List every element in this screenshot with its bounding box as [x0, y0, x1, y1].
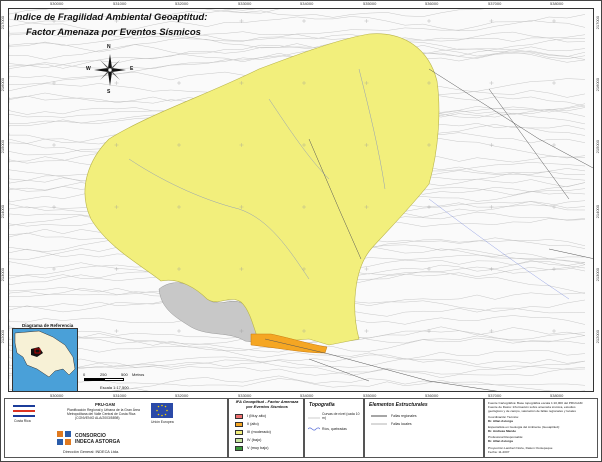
scale-bar: 0 250 500 Metros	[83, 372, 148, 384]
eu-label: Unión Europea	[151, 420, 174, 424]
scale-label-250: 250	[100, 372, 107, 377]
legend-label-3: III (moderado)	[247, 430, 271, 434]
structural-title: Elementos Estructurales	[369, 402, 428, 408]
contour-line-icon	[308, 417, 320, 419]
consorcio-logo-icon	[57, 431, 71, 445]
x-tick-top-9: 538000	[550, 1, 564, 6]
y-tick-right-1: 212000	[595, 330, 600, 344]
y-tick-left-6: 217000	[0, 16, 5, 30]
regional-fault-icon	[371, 415, 387, 417]
credits-panel: Fuente Cartográfica: Base topográfica es…	[484, 398, 598, 458]
local-faults-label: Fallas locales	[391, 422, 412, 426]
scale-caption: Escala 1:17,500	[100, 385, 129, 390]
y-tick-left-5: 216000	[0, 78, 5, 92]
legend-swatch-5	[235, 446, 243, 451]
y-tick-left-1: 212000	[0, 330, 5, 344]
scale-segment-2	[104, 378, 124, 381]
y-tick-right-4: 215000	[595, 140, 600, 154]
y-tick-right-3: 214000	[595, 205, 600, 219]
y-tick-left-4: 215000	[0, 140, 5, 154]
scale-segment-1	[84, 378, 104, 381]
legend-label-5: V (muy bajo)	[247, 446, 269, 450]
x-tick-top-2: 531000	[113, 1, 127, 6]
compass-w-label: W	[86, 66, 91, 72]
legend-label-2: II (alto)	[247, 422, 259, 426]
info-line-3: geológicos y de campo, valoración de fal…	[488, 409, 576, 413]
compass-n-label: N	[107, 44, 111, 50]
compass-e-label: E	[130, 66, 134, 72]
consorcio-name: CONSORCIO INDECA ASTORGA	[75, 433, 120, 445]
reference-inset-map	[12, 328, 78, 392]
legend-label-4: IV (bajo)	[247, 438, 262, 442]
topography-title: Topografía	[309, 402, 335, 408]
legend-label-1: I (Muy alto)	[247, 414, 266, 418]
x-tick-top-5: 534000	[300, 1, 314, 6]
compass-s-label: S	[107, 89, 111, 95]
x-tick-top-3: 532000	[175, 1, 189, 6]
x-tick-top-1: 530000	[50, 1, 64, 6]
scale-label-500: 500	[121, 372, 128, 377]
north-arrow-icon	[92, 52, 128, 88]
topography-contours-label: Curvas de nivel (cada 10 m)	[322, 412, 360, 420]
eu-flag-icon	[151, 403, 173, 418]
y-tick-left-2: 213000	[0, 268, 5, 282]
scale-label-0: 0	[83, 372, 86, 377]
legend-swatch-1	[235, 414, 243, 419]
info-line-11: Fecha: 11-2007	[488, 450, 510, 454]
zone-iii-area	[84, 33, 440, 346]
x-tick-top-7: 536000	[425, 1, 439, 6]
consorcio-line2: INDECA ASTORGA	[75, 439, 121, 445]
legend-swatch-3	[235, 430, 243, 435]
regional-faults-label: Fallas regionales	[391, 414, 417, 418]
info-line-7: Dr. Andreas Mende	[488, 429, 516, 433]
local-fault-icon	[371, 423, 387, 425]
costa-rica-flag-icon	[13, 405, 35, 417]
map-title-line2: Factor Amenaza por Eventos Sísmicos	[26, 27, 201, 38]
legend-panel: IFA Geoaptitud - Factor Amenaza por Even…	[228, 398, 304, 458]
map-title-line1: Indice de Fragilidad Ambiental Geoaptitu…	[14, 12, 208, 23]
structural-elements-panel: Elementos Estructurales Fallas regionale…	[364, 398, 484, 458]
river-line-icon	[308, 427, 320, 431]
legend-swatch-2	[235, 422, 243, 427]
y-tick-right-6: 217000	[595, 16, 600, 30]
info-line-9: Dr. Allan Astorga	[488, 439, 513, 443]
x-tick-top-6: 535000	[363, 1, 377, 6]
legend-swatch-4	[235, 438, 243, 443]
direccion-label: Dirección General: INDECA Ltda.	[63, 450, 120, 454]
y-tick-right-2: 213000	[595, 268, 600, 282]
info-line-5: Dr. Allan Astorga	[488, 419, 513, 423]
y-tick-left-3: 214000	[0, 205, 5, 219]
costa-rica-label: Costa Rica	[14, 419, 31, 423]
topography-rivers-label: Ríos, quebradas	[322, 427, 347, 431]
prugam-title: PRU-GAM	[95, 402, 116, 407]
prugam-desc-3: (CONVENIO ALA/2003/5898)	[75, 416, 120, 420]
x-tick-top-8: 537000	[488, 1, 502, 6]
x-tick-top-4: 533000	[238, 1, 252, 6]
logos-panel: Costa Rica PRU-GAM Planificación Regiona…	[4, 398, 228, 458]
scale-label-unit: Metros	[132, 372, 145, 377]
legend-title: IFA Geoaptitud - Factor Amenaza por Even…	[235, 399, 299, 409]
costa-rica-outline-icon	[14, 330, 76, 378]
y-tick-right-5: 216000	[595, 78, 600, 92]
topography-panel: Topografía Curvas de nivel (cada 10 m) R…	[304, 398, 364, 458]
